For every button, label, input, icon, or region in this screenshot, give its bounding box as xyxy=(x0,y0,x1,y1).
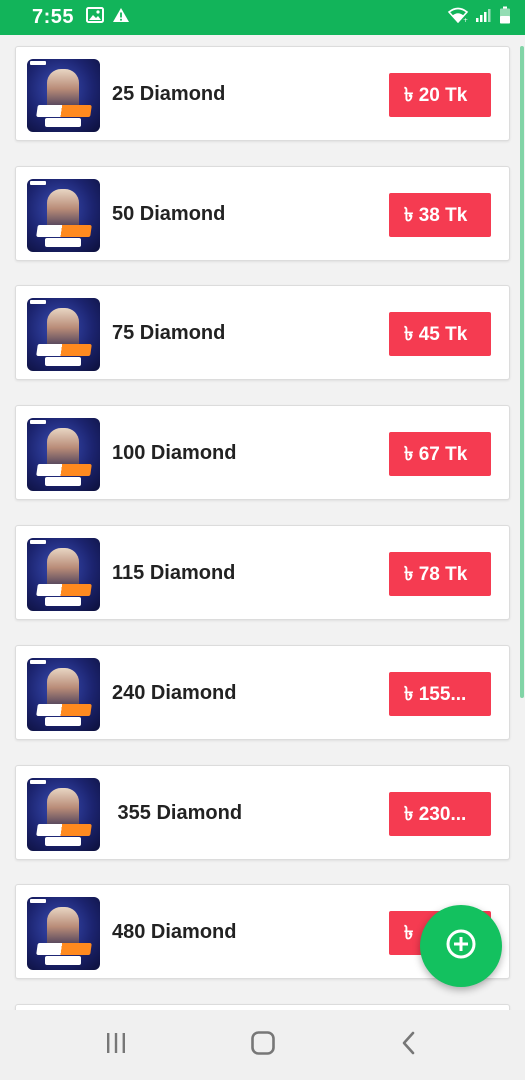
product-thumbnail xyxy=(27,179,100,252)
signal-icon xyxy=(475,7,493,28)
recent-apps-icon xyxy=(104,1031,128,1060)
product-card[interactable]: 355 Diamond ৳ 230... xyxy=(15,765,510,860)
image-icon xyxy=(86,7,105,28)
back-button[interactable] xyxy=(389,1028,429,1062)
product-thumbnail xyxy=(27,897,100,970)
status-bar: 7:55 + xyxy=(0,0,525,35)
add-circle-icon xyxy=(445,928,477,965)
warning-icon xyxy=(112,7,130,28)
price-button[interactable]: ৳ 45 Tk xyxy=(389,312,491,356)
svg-text:+: + xyxy=(463,17,468,23)
product-card[interactable]: 50 Diamond ৳ 38 Tk xyxy=(15,166,510,261)
price-button[interactable]: ৳ 67 Tk xyxy=(389,432,491,476)
product-thumbnail xyxy=(27,658,100,731)
product-card[interactable]: 115 Diamond ৳ 78 Tk xyxy=(15,525,510,620)
home-icon xyxy=(250,1030,276,1061)
product-thumbnail xyxy=(27,298,100,371)
product-label: 355 Diamond xyxy=(112,802,243,824)
product-label: 480 Diamond xyxy=(112,921,237,943)
product-card[interactable]: 240 Diamond ৳ 155... xyxy=(15,645,510,740)
price-button[interactable]: ৳ 155... xyxy=(389,672,491,716)
recent-apps-button[interactable] xyxy=(96,1028,136,1062)
price-button[interactable]: ৳ 78 Tk xyxy=(389,552,491,596)
status-right-icons: + xyxy=(447,6,511,29)
scrollbar[interactable] xyxy=(520,46,524,698)
product-card[interactable]: 25 Diamond ৳ 20 Tk xyxy=(15,46,510,141)
product-thumbnail xyxy=(27,418,100,491)
product-thumbnail xyxy=(27,538,100,611)
navigation-bar xyxy=(0,1010,525,1080)
back-icon xyxy=(399,1030,419,1061)
product-thumbnail xyxy=(27,59,100,132)
status-time: 7:55 xyxy=(32,6,75,28)
product-card[interactable]: 100 Diamond ৳ 67 Tk xyxy=(15,405,510,500)
price-button[interactable]: ৳ 20 Tk xyxy=(389,73,491,117)
home-button[interactable] xyxy=(243,1028,283,1062)
product-label: 25 Diamond xyxy=(112,83,226,105)
product-card[interactable]: 75 Diamond ৳ 45 Tk xyxy=(15,285,510,380)
product-list: 25 Diamond ৳ 20 Tk 50 Diamond ৳ 38 Tk 75… xyxy=(0,35,525,1010)
price-button[interactable]: ৳ 230... xyxy=(389,792,491,836)
battery-icon xyxy=(499,6,511,29)
price-button[interactable]: ৳ 38 Tk xyxy=(389,193,491,237)
wifi-icon: + xyxy=(447,7,469,28)
product-thumbnail xyxy=(27,778,100,851)
product-label: 115 Diamond xyxy=(112,562,236,584)
product-label: 100 Diamond xyxy=(112,442,237,464)
add-fab-button[interactable] xyxy=(420,905,502,987)
product-label: 50 Diamond xyxy=(112,203,226,225)
product-label: 240 Diamond xyxy=(112,682,237,704)
product-label: 75 Diamond xyxy=(112,322,226,344)
status-left-icons xyxy=(86,7,130,28)
